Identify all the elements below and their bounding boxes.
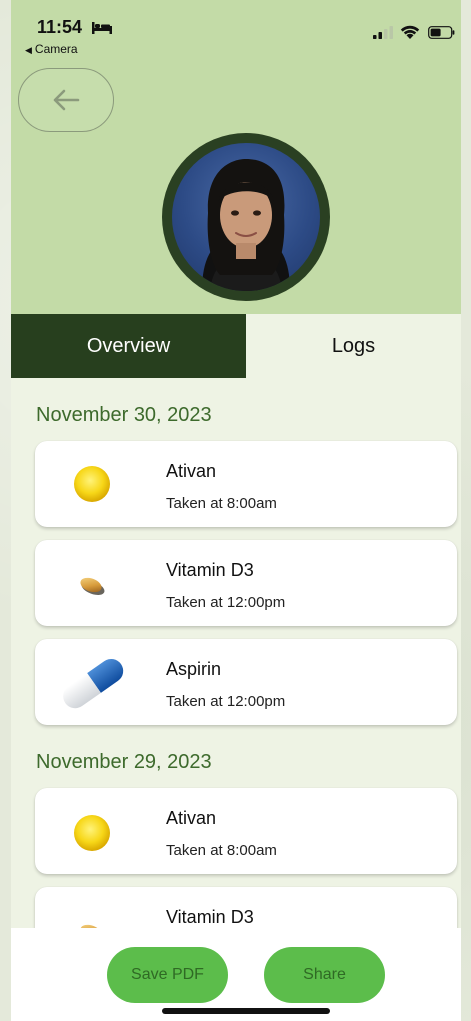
taken-time: Taken at 8:00am xyxy=(166,495,277,512)
arrow-left-icon xyxy=(53,89,80,111)
log-entry-card[interactable]: Vitamin D3 Taken at 12:00pm xyxy=(35,540,457,626)
taken-time: Taken at 12:00pm xyxy=(166,693,286,710)
log-entry-card[interactable]: Vitamin D3 xyxy=(35,887,457,928)
back-button[interactable] xyxy=(18,68,114,132)
yellow-round-pill-icon xyxy=(74,815,110,851)
app-screen: 11:54 ◀ Camera Overview Logs November 30… xyxy=(11,0,461,1021)
back-triangle-icon: ◀ xyxy=(25,45,32,55)
log-entry-card[interactable]: Ativan Taken at 8:00am xyxy=(35,788,457,874)
signal-icon xyxy=(373,26,393,39)
status-time: 11:54 xyxy=(37,17,83,37)
medication-name: Vitamin D3 xyxy=(166,560,254,580)
date-heading: November 30, 2023 xyxy=(36,404,212,426)
tab-overview[interactable]: Overview xyxy=(11,314,246,378)
status-bar: 11:54 ◀ Camera xyxy=(11,0,461,60)
yellow-round-pill-icon xyxy=(74,466,110,502)
bed-icon xyxy=(92,22,112,34)
profile-header: 11:54 ◀ Camera xyxy=(11,0,461,314)
save-pdf-button[interactable]: Save PDF xyxy=(107,947,228,1003)
taken-time: Taken at 8:00am xyxy=(166,842,277,859)
date-heading: November 29, 2023 xyxy=(36,751,212,773)
profile-photo-icon xyxy=(202,159,290,291)
log-entry-card[interactable]: Ativan Taken at 8:00am xyxy=(35,441,457,527)
taken-time: Taken at 12:00pm xyxy=(166,594,286,611)
home-indicator xyxy=(162,1008,330,1014)
battery-icon xyxy=(428,26,455,39)
log-entry-card[interactable]: Aspirin Taken at 12:00pm xyxy=(35,639,457,725)
avatar xyxy=(172,143,320,291)
softgel-pill-icon xyxy=(80,924,102,928)
softgel-pill-icon xyxy=(80,577,105,595)
wifi-icon xyxy=(400,25,420,39)
medication-name: Ativan xyxy=(166,808,217,828)
medication-log-list[interactable]: November 30, 2023 Ativan Taken at 8:00am xyxy=(11,378,461,928)
share-button[interactable]: Share xyxy=(264,947,385,1003)
back-app-label: Camera xyxy=(34,42,78,56)
capsule-pill-icon xyxy=(63,658,124,709)
action-footer: Save PDF Share xyxy=(11,928,461,1021)
medication-name: Vitamin D3 xyxy=(166,907,254,927)
medication-name: Aspirin xyxy=(166,659,222,679)
medication-name: Ativan xyxy=(166,461,217,481)
tab-logs[interactable]: Logs xyxy=(246,314,461,378)
avatar-frame xyxy=(162,133,330,301)
back-to-camera-link[interactable]: ◀ Camera xyxy=(25,42,78,56)
tab-bar: Overview Logs xyxy=(11,314,461,378)
